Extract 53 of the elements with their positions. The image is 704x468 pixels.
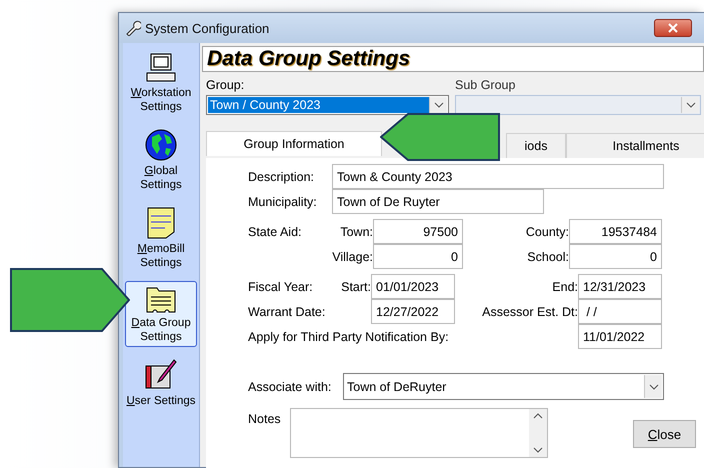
field-label: Start: xyxy=(340,280,371,294)
description-field[interactable]: Town & County 2023 xyxy=(332,164,664,189)
chevron-icon xyxy=(434,102,444,108)
start-date-field[interactable]: 01/01/2023 xyxy=(371,274,455,299)
note-icon xyxy=(145,206,177,240)
sidebar-item[interactable]: Global Settings xyxy=(125,125,197,195)
wrench-icon xyxy=(125,20,141,36)
tab[interactable]: Installments xyxy=(566,133,704,158)
scroll-down-icon xyxy=(533,447,543,453)
field-label: Description: xyxy=(248,170,315,184)
close-button[interactable] xyxy=(654,19,692,37)
field-label: Municipality: xyxy=(248,194,318,208)
tab[interactable]: Group Information xyxy=(206,131,382,156)
field-label: School: xyxy=(526,250,569,264)
chevron-icon xyxy=(686,102,696,108)
sidebar-item[interactable]: Workstation Settings xyxy=(125,49,197,117)
globe-icon xyxy=(144,128,178,162)
field-label: Village: xyxy=(331,250,373,264)
field-label: Associate with: xyxy=(248,380,332,394)
notification-date-field[interactable]: 11/01/2022 xyxy=(578,324,662,349)
sidebar-item[interactable]: MemoBill Settings xyxy=(125,203,197,273)
end-date-field[interactable]: 12/31/2023 xyxy=(578,274,662,299)
county-field[interactable]: 19537484 xyxy=(569,219,662,244)
assessor-date-field[interactable]: / / xyxy=(578,299,662,324)
window-title: System Configuration xyxy=(145,20,270,36)
field-label: Fiscal Year: xyxy=(248,280,314,294)
group-dropdown[interactable]: Town / County 2023 xyxy=(206,95,449,115)
field-label: Assessor Est. Dt: xyxy=(481,304,578,318)
notes-field[interactable] xyxy=(290,408,548,458)
village-field[interactable]: 0 xyxy=(373,244,463,269)
field-label: End: xyxy=(551,280,578,294)
page-header: Data Group Settings xyxy=(202,46,704,72)
computer-icon xyxy=(144,52,178,84)
scroll-up-icon[interactable] xyxy=(533,413,543,419)
school-field[interactable]: 0 xyxy=(569,244,662,269)
field-label: Apply for Third Party Notification By: xyxy=(248,330,450,344)
field-label: County: xyxy=(524,224,569,238)
associate-dropdown[interactable]: Town of DeRuyter xyxy=(343,373,664,400)
tab[interactable]: iods xyxy=(506,133,566,158)
group-label: Group: xyxy=(206,78,246,92)
field-label: Notes xyxy=(248,411,282,426)
chevron-icon xyxy=(648,384,658,390)
warrant-date-field[interactable]: 12/27/2022 xyxy=(371,299,455,324)
town-field[interactable]: 97500 xyxy=(373,219,463,244)
sub-group-label: Sub Group xyxy=(455,78,516,92)
sidebar-item[interactable]: User Settings xyxy=(125,355,197,411)
field-label: Warrant Date: xyxy=(248,304,326,318)
close-button[interactable]: Close xyxy=(633,420,696,448)
field-label: State Aid: xyxy=(248,224,303,238)
sidebar-item[interactable]: Data Group Settings xyxy=(125,281,197,347)
close-icon xyxy=(668,23,678,33)
field-label: Town: xyxy=(339,224,373,238)
municipality-field[interactable]: Town of De Ruyter xyxy=(332,189,544,214)
